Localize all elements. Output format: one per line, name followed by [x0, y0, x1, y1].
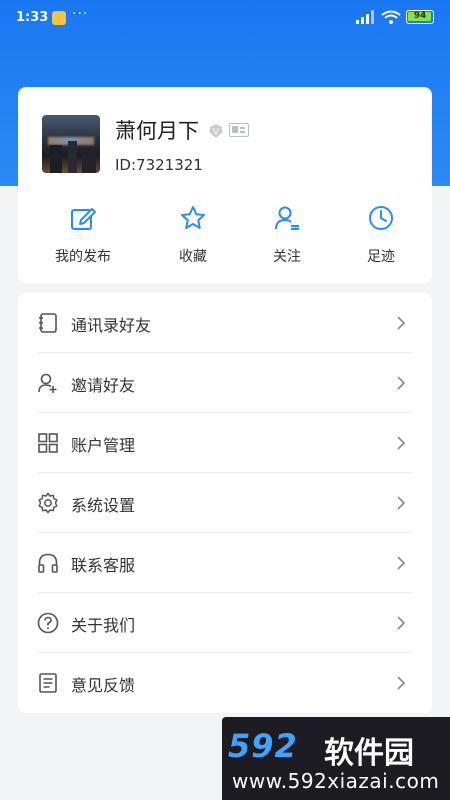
menu-label: 账户管理	[71, 436, 136, 455]
menu-label: 联系客服	[71, 556, 136, 575]
menu-label: 系统设置	[71, 496, 136, 515]
chevron-right-icon	[397, 556, 406, 570]
chevron-right-icon	[397, 676, 406, 690]
chevron-right-icon	[397, 316, 406, 330]
avatar[interactable]	[42, 115, 100, 173]
menu-item-customer-service[interactable]: 联系客服	[18, 533, 432, 593]
question-icon	[37, 612, 59, 634]
contacts-book-icon	[39, 313, 57, 333]
invite-user-icon	[38, 373, 57, 393]
menu-item-account-management[interactable]: 账户管理	[18, 413, 432, 473]
my-posts-button[interactable]: 我的发布	[38, 204, 128, 274]
menu-label: 邀请好友	[71, 376, 136, 395]
chevron-right-icon	[397, 376, 406, 390]
battery-icon: 94	[406, 10, 434, 24]
status-time: 1:33	[16, 10, 49, 25]
clock-icon	[369, 206, 393, 230]
gear-icon	[38, 492, 58, 514]
menu-item-system-settings[interactable]: 系统设置	[18, 473, 432, 533]
menu-item-invite-friends[interactable]: 邀请好友	[18, 353, 432, 413]
notification-icon	[52, 11, 66, 25]
menu-label: 关于我们	[71, 616, 136, 635]
site-watermark: 592 软件园 www.592xiazai.com	[222, 717, 450, 800]
quick-actions: 我的发布 收藏 关注 足迹	[18, 204, 432, 274]
chevron-right-icon	[397, 496, 406, 510]
vip-badge-icon: V	[210, 124, 222, 138]
battery-level: 94	[413, 11, 427, 21]
menu-label: 通讯录好友	[71, 316, 152, 335]
signal-icon	[356, 10, 374, 24]
history-label: 足迹	[367, 249, 395, 265]
grid-icon	[38, 433, 58, 453]
menu-label: 意见反馈	[71, 676, 136, 695]
vip-badge-label: V	[213, 128, 220, 138]
watermark-url: www.592xiazai.com	[232, 769, 440, 793]
chevron-right-icon	[397, 616, 406, 630]
user-nickname: 萧何月下	[115, 119, 199, 143]
favorites-button[interactable]: 收藏	[148, 204, 238, 274]
user-id: ID:7321321	[115, 156, 203, 174]
menu-item-feedback[interactable]: 意见反馈	[18, 653, 432, 713]
more-notifications-indicator: ···	[72, 6, 89, 22]
favorites-label: 收藏	[179, 249, 207, 265]
menu-list: 通讯录好友 邀请好友 账户管理 系统设置 联系客服 关于我们 意见反馈	[18, 293, 432, 713]
wifi-icon	[381, 10, 401, 24]
watermark-brand: 软件园	[324, 736, 414, 771]
history-button[interactable]: 足迹	[336, 204, 426, 274]
chevron-right-icon	[397, 436, 406, 450]
menu-item-about-us[interactable]: 关于我们	[18, 593, 432, 653]
watermark-logo: 592	[228, 727, 298, 765]
edit-icon	[71, 208, 96, 230]
following-button[interactable]: 关注	[242, 204, 332, 274]
menu-item-contacts-friends[interactable]: 通讯录好友	[18, 293, 432, 353]
id-card-icon[interactable]	[229, 123, 249, 137]
status-bar: 1:33 ··· 94	[0, 0, 450, 36]
profile-card: 萧何月下 V ID:7321321 我的发布 收藏 关注 足迹	[18, 87, 432, 283]
star-icon	[181, 206, 205, 229]
following-label: 关注	[273, 249, 301, 265]
document-icon	[39, 673, 57, 693]
user-follow-icon	[275, 206, 299, 230]
headphones-icon	[38, 553, 58, 573]
my-posts-label: 我的发布	[55, 249, 111, 265]
